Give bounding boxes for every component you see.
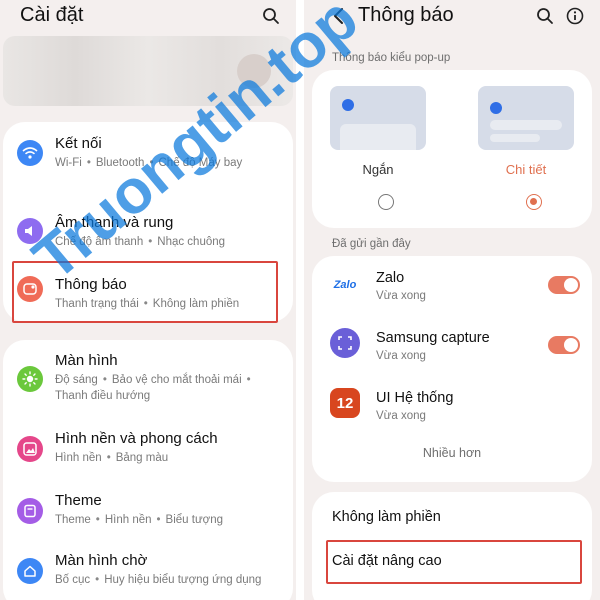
item-title: Hình nền và phong cách	[55, 430, 218, 447]
sub-text: Bảng màu	[115, 452, 169, 464]
item-title: Màn hình chờ	[55, 552, 148, 569]
recent-apps-card: Zalo Zalo Vừa xong Samsung capture Vừa x…	[312, 256, 592, 482]
app-row-samsung-capture[interactable]: Samsung capture Vừa xong	[312, 316, 592, 374]
wifi-icon	[17, 140, 43, 166]
popup-option-detailed[interactable]: Chi tiết	[458, 70, 592, 228]
sub-text: Biểu tượng	[165, 514, 223, 526]
zalo-icon: Zalo	[330, 270, 360, 300]
sub-text: Chế độ âm thanh	[55, 236, 144, 248]
home-icon	[17, 558, 43, 584]
item-subtitle-line2: Thanh điều hướng	[55, 390, 151, 402]
preview-bar	[340, 124, 416, 150]
settings-item-display[interactable]: Màn hình Độ sáng • Bảo vệ cho mắt thoải má…	[3, 340, 293, 414]
popup-preview-brief	[330, 86, 426, 150]
sub-text: Wi-Fi	[55, 157, 82, 169]
settings-item-wallpaper[interactable]: Hình nền và phong cách Hình nền • Bảng màu	[3, 426, 293, 482]
settings-item-theme[interactable]: Theme Theme • Hình nền • Biểu tượng	[3, 490, 293, 546]
app-name: UI Hệ thống	[376, 390, 454, 406]
sub-text: Bố cục	[55, 574, 91, 586]
sub-text: Bluetooth	[95, 157, 145, 169]
page-title: Thông báo	[358, 4, 454, 26]
item-subtitle: Bố cục • Huy hiệu biểu tượng ứng dụng	[55, 574, 262, 586]
avatar	[237, 54, 271, 88]
sub-text: Theme	[55, 514, 91, 526]
sub-text: Bảo vệ cho mắt thoải mái	[111, 374, 242, 386]
radio-brief[interactable]	[378, 194, 394, 210]
settings-group-2: Màn hình Độ sáng • Bảo vệ cho mắt thoải má…	[3, 340, 293, 600]
sun-icon	[17, 366, 43, 392]
sub-text: Hình nền	[104, 514, 152, 526]
one-ui-logo-text: 12	[336, 394, 354, 412]
sub-text: Hình nền	[55, 452, 102, 464]
popup-caption-brief: Ngắn	[362, 162, 394, 177]
popup-preview-detailed	[478, 86, 574, 150]
app-time: Vừa xong	[376, 290, 426, 302]
search-icon[interactable]	[534, 5, 556, 27]
section-label-popup: Thông báo kiểu pop-up	[332, 52, 451, 64]
settings-item-sound[interactable]: Âm thanh và rung Chế độ âm thanh • Nhạc ch…	[3, 200, 293, 260]
popup-caption-detailed: Chi tiết	[505, 162, 547, 177]
dnd-item[interactable]: Không làm phiền	[332, 509, 441, 525]
item-subtitle: Độ sáng • Bảo vệ cho mắt thoải mái •	[55, 374, 251, 386]
app-row-zalo[interactable]: Zalo Zalo Vừa xong	[312, 256, 592, 314]
preview-dot	[342, 99, 354, 111]
section-label-recent: Đã gửi gần đây	[332, 238, 411, 250]
settings-item-home-screen[interactable]: Màn hình chờ Bố cục • Huy hiệu biểu tượng …	[3, 550, 293, 600]
search-icon[interactable]	[260, 5, 282, 27]
back-arrow-icon[interactable]	[328, 5, 350, 27]
sub-text: Huy hiệu biểu tượng ứng dụng	[104, 574, 262, 586]
image-icon	[17, 436, 43, 462]
capture-icon	[330, 328, 360, 358]
item-title: Kết nối	[55, 135, 102, 152]
page-title: Cài đặt	[20, 4, 84, 26]
account-card[interactable]	[3, 36, 293, 106]
settings-item-connections[interactable]: Kết nối Wi-Fi • Bluetooth • Chế độ Máy bay	[3, 122, 293, 182]
toggle-samsung-capture[interactable]	[548, 336, 580, 354]
app-time: Vừa xong	[376, 350, 426, 362]
popup-option-brief[interactable]: Ngắn	[312, 70, 452, 228]
preview-line	[490, 134, 540, 142]
zalo-logo-text: Zalo	[333, 279, 357, 291]
app-row-system-ui[interactable]: 12 UI Hệ thống Vừa xong	[312, 376, 592, 434]
sub-text: Chế độ Máy bay	[158, 157, 243, 169]
panel-divider	[296, 0, 304, 600]
settings-panel: Cài đặt Kết nối Wi-Fi • Bluetooth • Chế độ M…	[0, 0, 296, 600]
more-button[interactable]: Nhiều hơn	[312, 446, 592, 460]
item-title: Âm thanh và rung	[55, 214, 174, 231]
item-subtitle: Chế độ âm thanh • Nhạc chuông	[55, 236, 226, 248]
radio-detailed[interactable]	[526, 194, 542, 210]
preview-line	[490, 120, 562, 130]
speaker-icon	[17, 218, 43, 244]
item-subtitle: Theme • Hình nền • Biểu tượng	[55, 514, 223, 526]
item-title: Theme	[55, 492, 102, 509]
item-subtitle: Wi-Fi • Bluetooth • Chế độ Máy bay	[55, 157, 243, 169]
toggle-zalo[interactable]	[548, 276, 580, 294]
notifications-highlight-box	[12, 261, 278, 323]
app-time: Vừa xong	[376, 410, 426, 422]
app-name: Samsung capture	[376, 330, 490, 346]
sub-text: Độ sáng	[55, 374, 98, 386]
app-name: Zalo	[376, 270, 405, 286]
advanced-settings-highlight-box	[326, 540, 582, 584]
info-icon[interactable]	[564, 5, 586, 27]
one-ui-icon: 12	[330, 388, 360, 418]
notifications-panel: Thông báo Thông báo kiểu pop-up Ngắn Chi…	[304, 0, 600, 600]
popup-style-card: Ngắn Chi tiết	[312, 70, 592, 228]
sub-text: Nhạc chuông	[157, 236, 226, 248]
preview-dot	[490, 102, 502, 114]
theme-icon	[17, 498, 43, 524]
item-subtitle: Hình nền • Bảng màu	[55, 452, 169, 464]
item-title: Màn hình	[55, 352, 118, 369]
